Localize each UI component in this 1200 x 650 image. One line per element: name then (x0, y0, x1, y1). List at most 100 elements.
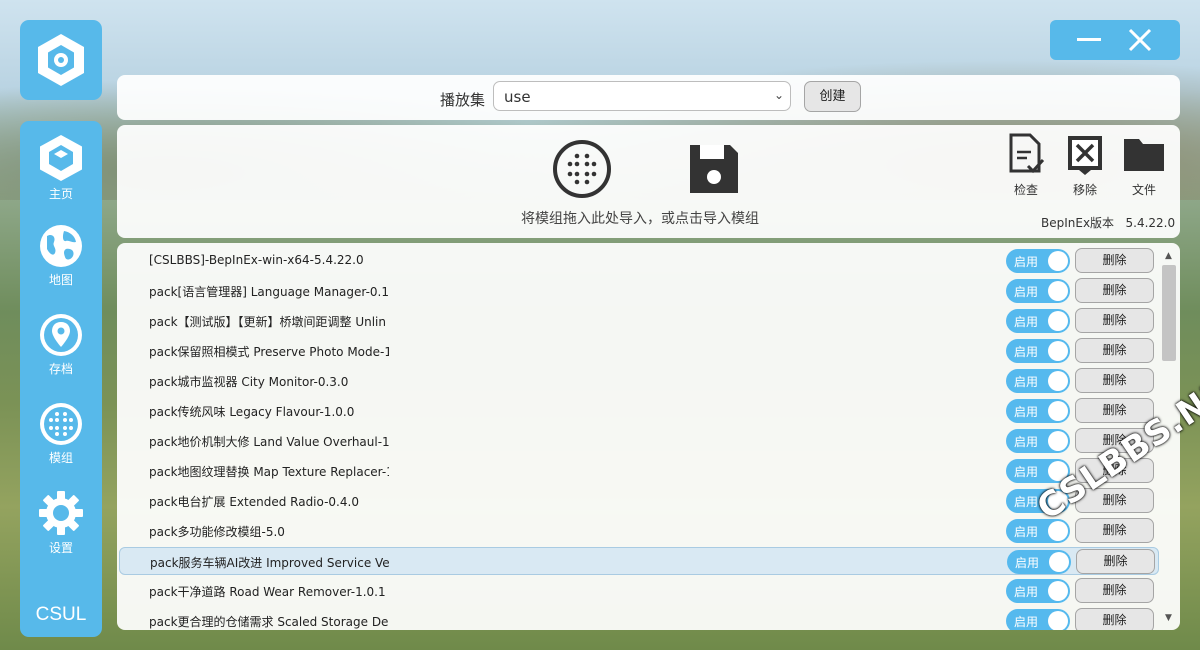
scroll-down-icon[interactable]: ▼ (1165, 613, 1172, 623)
table-row[interactable]: pack地价机制大修 Land Value Overhaul-1.3 启用 删除 (119, 427, 1159, 455)
files-tool-label: 文件 (1131, 183, 1156, 197)
chevron-down-icon: ⌄ (773, 88, 784, 102)
create-playset-button[interactable]: 创建 (804, 81, 861, 112)
enable-toggle-label: 启用 (1015, 556, 1040, 570)
delete-mod-button[interactable]: 删除 (1075, 518, 1154, 543)
mod-list: [CSLBBS]-BepInEx-win-x64-5.4.22.0 启用 删除 pac… (117, 243, 1180, 630)
delete-mod-button[interactable]: 删除 (1075, 308, 1154, 333)
table-row[interactable]: pack城市监视器 City Monitor-0.3.0 启用 删除 (119, 367, 1159, 395)
sidebar-item-label: 主页 (48, 187, 73, 201)
mod-name: pack[语言管理器] Language Manager-0.1.1 (149, 285, 389, 299)
toggle-knob (1048, 431, 1068, 451)
playset-label: 播放集 (440, 91, 486, 109)
enable-toggle-label: 启用 (1014, 285, 1039, 299)
scroll-up-icon[interactable]: ▲ (1165, 251, 1172, 261)
toggle-knob (1048, 341, 1068, 361)
window-controls (1050, 20, 1180, 60)
app-logo (20, 20, 102, 100)
mod-name: pack更合理的仓储需求 Scaled Storage Dem (149, 615, 389, 629)
mod-name: pack电台扩展 Extended Radio-0.4.0 (149, 495, 359, 509)
mod-name: pack服务车辆AI改进 Improved Service Veh (150, 556, 390, 570)
enable-toggle[interactable]: 启用 (1006, 369, 1070, 393)
check-tool-button[interactable]: 检查 (1004, 133, 1048, 198)
enable-toggle[interactable]: 启用 (1006, 609, 1070, 630)
enable-toggle[interactable]: 启用 (1006, 279, 1070, 303)
remove-box-icon (1068, 136, 1102, 175)
delete-mod-button[interactable]: 删除 (1075, 608, 1154, 630)
sidebar-item-map[interactable]: 地图 (20, 223, 102, 288)
import-dropzone[interactable]: 将模组拖入此处导入，或点击导入模组 检查 移除 文件 BepInEx版本 5.4… (117, 125, 1180, 238)
gear-icon (39, 491, 83, 535)
save-icon[interactable] (686, 141, 742, 197)
delete-mod-button[interactable]: 删除 (1075, 578, 1154, 603)
import-hint-text: 将模组拖入此处导入，或点击导入模组 (521, 211, 759, 227)
minimize-icon[interactable] (1076, 30, 1102, 50)
check-document-icon (1009, 133, 1045, 174)
delete-mod-button[interactable]: 删除 (1075, 368, 1154, 393)
sidebar-item-label: 模组 (48, 451, 73, 465)
enable-toggle-label: 启用 (1014, 315, 1039, 329)
mods-import-icon[interactable] (552, 139, 612, 199)
delete-mod-button[interactable]: 删除 (1075, 338, 1154, 363)
table-row[interactable]: pack服务车辆AI改进 Improved Service Veh 启用 删除 (119, 547, 1159, 575)
bepinex-version: BepInEx版本 5.4.22.0 (1041, 214, 1175, 231)
table-row[interactable]: pack多功能修改模组-5.0 启用 删除 (119, 517, 1159, 545)
globe-icon (40, 225, 82, 267)
enable-toggle[interactable]: 启用 (1006, 339, 1070, 363)
enable-toggle[interactable]: 启用 (1007, 550, 1071, 574)
playset-select[interactable]: use ⌄ (493, 81, 791, 111)
enable-toggle-label: 启用 (1014, 615, 1039, 629)
table-row[interactable]: pack地图纹理替换 Map Texture Replacer-1 启用 删除 (119, 457, 1159, 485)
toggle-knob (1048, 581, 1068, 601)
sidebar-item-mods[interactable]: 模组 (20, 401, 102, 466)
files-tool-button[interactable]: 文件 (1122, 133, 1166, 198)
remove-tool-button[interactable]: 移除 (1063, 133, 1107, 198)
sidebar-footer-label: CSUL (35, 604, 87, 625)
enable-toggle[interactable]: 启用 (1006, 249, 1070, 273)
enable-toggle-label: 启用 (1014, 465, 1039, 479)
toggle-knob (1049, 552, 1069, 572)
delete-mod-button[interactable]: 删除 (1075, 248, 1154, 273)
enable-toggle-label: 启用 (1014, 255, 1039, 269)
check-tool-label: 检查 (1013, 183, 1038, 197)
remove-tool-label: 移除 (1072, 183, 1097, 197)
enable-toggle-label: 启用 (1014, 345, 1039, 359)
dots-grid-icon (40, 403, 82, 445)
sidebar-item-label: 存档 (48, 362, 73, 376)
mod-name: pack多功能修改模组-5.0 (149, 525, 285, 539)
sidebar-item-saves[interactable]: 存档 (20, 312, 102, 377)
toggle-knob (1048, 281, 1068, 301)
folder-icon (1124, 139, 1164, 171)
enable-toggle-label: 启用 (1014, 585, 1039, 599)
table-row[interactable]: pack【测试版】【更新】桥墩间距调整 Unlin 启用 删除 (119, 307, 1159, 335)
table-row[interactable]: pack[语言管理器] Language Manager-0.1.1 启用 删除 (119, 277, 1159, 305)
scroll-thumb[interactable] (1162, 265, 1176, 361)
mod-name: pack地图纹理替换 Map Texture Replacer-1 (149, 465, 389, 479)
close-icon[interactable] (1128, 28, 1152, 52)
table-row[interactable]: pack电台扩展 Extended Radio-0.4.0 启用 删除 (119, 487, 1159, 515)
sidebar-item-home[interactable]: 主页 (20, 133, 102, 202)
enable-toggle-label: 启用 (1014, 405, 1039, 419)
sidebar-item-label: 地图 (48, 273, 73, 287)
mod-name: pack传统风味 Legacy Flavour-1.0.0 (149, 405, 355, 419)
delete-mod-button[interactable]: 删除 (1076, 549, 1155, 574)
mod-name: [CSLBBS]-BepInEx-win-x64-5.4.22.0 (149, 253, 364, 267)
enable-toggle[interactable]: 启用 (1006, 579, 1070, 603)
table-row[interactable]: pack保留照相模式 Preserve Photo Mode-1. 启用 删除 (119, 337, 1159, 365)
sidebar-item-settings[interactable]: 设置 (20, 489, 102, 556)
table-row[interactable]: pack更合理的仓储需求 Scaled Storage Dem 启用 删除 (119, 607, 1159, 630)
enable-toggle[interactable]: 启用 (1006, 399, 1070, 423)
table-row[interactable]: pack干净道路 Road Wear Remover-1.0.1 启用 删除 (119, 577, 1159, 605)
toggle-knob (1048, 401, 1068, 421)
enable-toggle-label: 启用 (1014, 375, 1039, 389)
table-row[interactable]: pack传统风味 Legacy Flavour-1.0.0 启用 删除 (119, 397, 1159, 425)
enable-toggle[interactable]: 启用 (1006, 429, 1070, 453)
enable-toggle[interactable]: 启用 (1006, 309, 1070, 333)
toggle-knob (1048, 611, 1068, 630)
mod-name: pack【测试版】【更新】桥墩间距调整 Unlin (149, 315, 386, 329)
delete-mod-button[interactable]: 删除 (1075, 278, 1154, 303)
sidebar-item-label: 设置 (48, 541, 73, 555)
bepinex-version-label: BepInEx版本 (1041, 216, 1115, 230)
toggle-knob (1048, 251, 1068, 271)
table-row[interactable]: [CSLBBS]-BepInEx-win-x64-5.4.22.0 启用 删除 (119, 247, 1159, 275)
